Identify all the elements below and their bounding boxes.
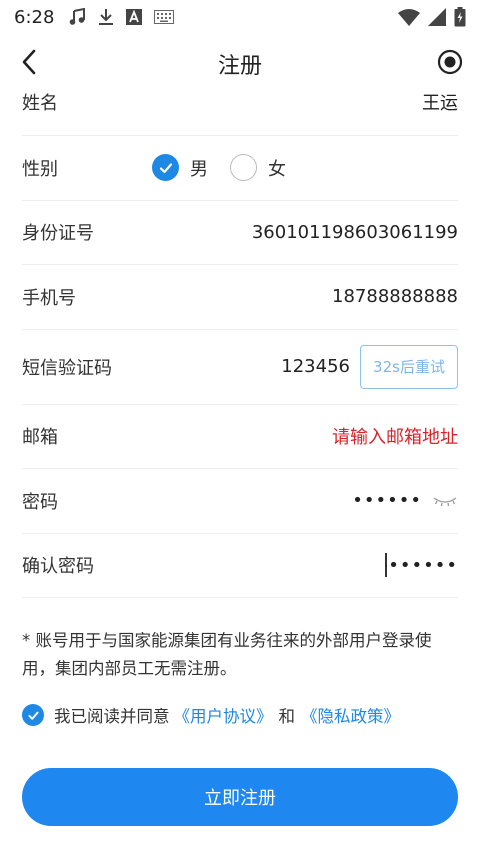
id-number-field[interactable]: 360101198603061199 (252, 222, 458, 243)
signal-icon (428, 8, 446, 26)
password-field[interactable]: •••••• (352, 490, 422, 511)
sms-code-row: 短信验证码 123456 32s后重试 (22, 330, 458, 405)
gender-female-label: 女 (268, 158, 286, 180)
download-icon (98, 8, 114, 26)
confirm-password-field-wrap[interactable]: •••••• (385, 553, 458, 578)
keyboard-icon (154, 10, 175, 24)
confirm-password-label: 确认密码 (22, 556, 94, 578)
phone-row: 手机号 18788888888 (22, 265, 458, 330)
password-field-wrap: •••••• (352, 490, 458, 511)
status-icons-left (68, 8, 175, 26)
font-a-icon (126, 9, 143, 25)
user-agreement-link[interactable]: 《用户协议》 (174, 703, 273, 727)
register-button[interactable]: 立即注册 (22, 768, 458, 826)
confirm-password-field[interactable]: •••••• (388, 555, 458, 576)
phone-label: 手机号 (22, 287, 76, 309)
gender-row: 性别 男 女 (22, 136, 458, 201)
agreement-checkbox[interactable] (22, 704, 44, 726)
password-row: 密码 •••••• (22, 469, 458, 534)
agreement-and: 和 (278, 707, 296, 726)
registration-note: * 账号用于与国家能源集团有业务往来的外部用户登录使用，集团内部员工无需注册。 (22, 631, 432, 678)
name-row: 姓名 王运 (22, 70, 458, 136)
gender-group: 男 女 (152, 154, 308, 182)
eye-closed-icon[interactable] (432, 493, 458, 509)
gender-label: 性别 (22, 158, 58, 180)
gender-male-radio[interactable] (152, 154, 179, 182)
status-time: 6:28 (14, 6, 55, 28)
sms-code-field[interactable]: 123456 (281, 356, 350, 377)
status-bar: 6:28 (0, 0, 480, 34)
name-field[interactable]: 王运 (422, 89, 458, 115)
phone-field[interactable]: 18788888888 (332, 286, 458, 307)
email-label: 邮箱 (22, 427, 58, 449)
status-icons-right (398, 7, 466, 27)
email-row: 邮箱 请输入邮箱地址 (22, 405, 458, 469)
music-icon (68, 8, 86, 26)
name-label: 姓名 (22, 92, 58, 114)
agreement-text: 我已阅读并同意 (54, 707, 170, 726)
resend-code-button[interactable]: 32s后重试 (360, 344, 458, 389)
id-number-label: 身份证号 (22, 223, 94, 245)
email-field[interactable]: 请输入邮箱地址 (332, 423, 458, 449)
gender-female-radio[interactable] (230, 154, 257, 182)
sms-code-label: 短信验证码 (22, 357, 112, 379)
check-icon (159, 163, 172, 173)
text-cursor (385, 553, 388, 578)
privacy-policy-link[interactable]: 《隐私政策》 (301, 703, 400, 727)
register-form: 姓名 王运 性别 男 女 身份证号 360101198603061199 手机号… (22, 70, 458, 598)
check-icon (27, 711, 39, 720)
agreement: 我已阅读并同意 《用户协议》 和 《隐私政策》 (22, 703, 400, 727)
battery-charging-icon (454, 7, 466, 27)
confirm-password-row: 确认密码 •••••• (22, 534, 458, 598)
password-label: 密码 (22, 491, 58, 513)
id-number-row: 身份证号 360101198603061199 (22, 201, 458, 265)
wifi-icon (398, 8, 420, 26)
gender-male-label: 男 (190, 158, 208, 180)
